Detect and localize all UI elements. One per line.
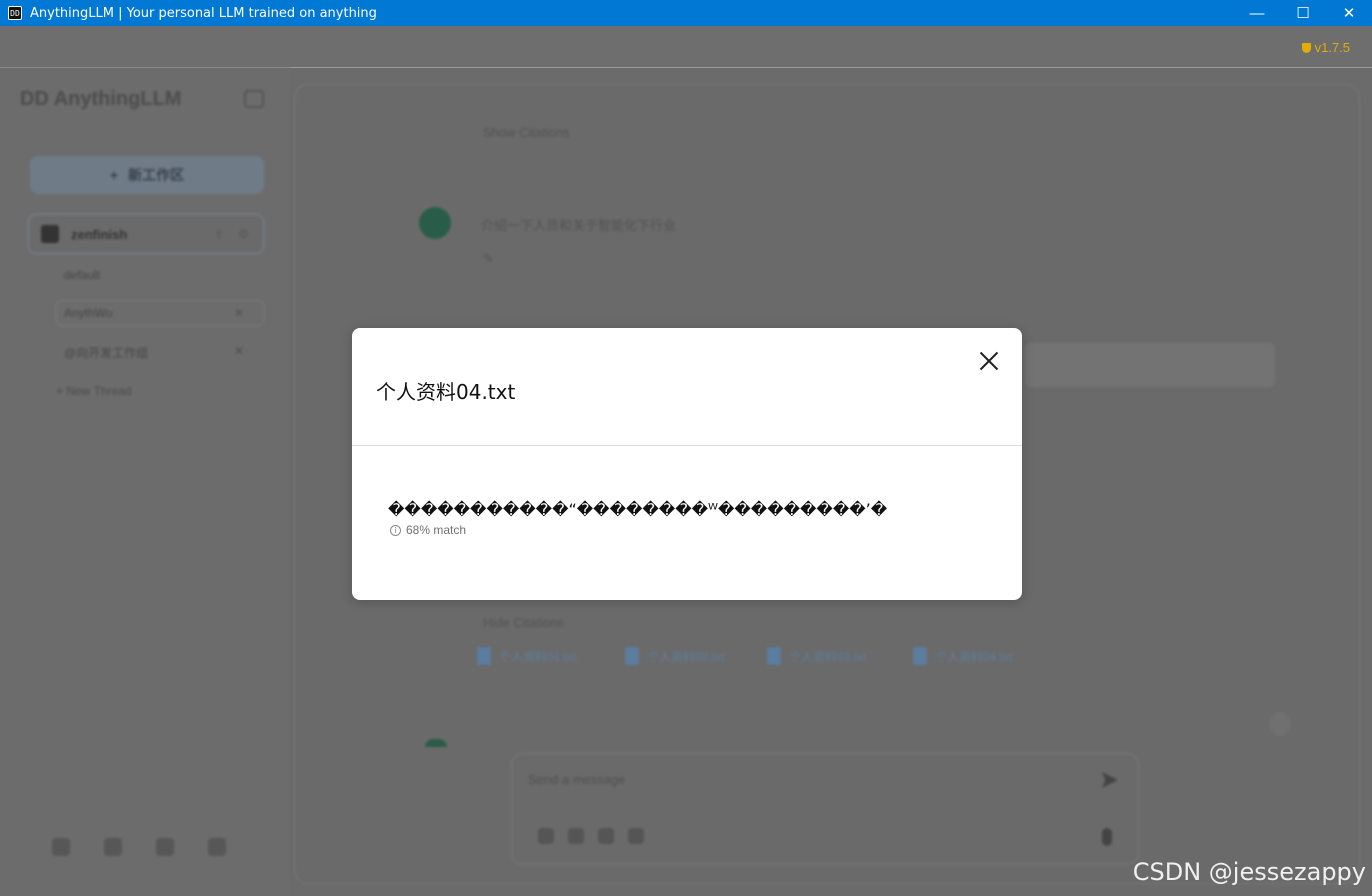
new-workspace-button[interactable]: + 新工作区: [30, 156, 264, 194]
citation-chunk-text: �����������“��������ᵂ���������’�: [388, 500, 888, 519]
file-icon: [477, 647, 491, 665]
sidebar-collapse-icon[interactable]: [244, 90, 264, 108]
match-score: i 68% match: [390, 523, 466, 537]
send-icon[interactable]: [1102, 772, 1118, 788]
app-logo-icon: DD: [8, 6, 22, 20]
citation-item[interactable]: 个人资料01.txt: [477, 647, 576, 665]
composer-tools: [538, 828, 644, 844]
new-thread-label: New Thread: [66, 384, 132, 398]
thread-item[interactable]: default: [64, 268, 100, 282]
citation-label: 个人资料03.txt: [789, 649, 867, 664]
info-icon: i: [390, 524, 401, 536]
assistant-reply-snippet: [1025, 343, 1275, 387]
user-message: 介绍一下人员和关于智能化下行业: [481, 218, 677, 233]
file-icon: [625, 647, 639, 665]
user-avatar: [419, 207, 451, 239]
citation-item[interactable]: 个人资料04.txt: [913, 647, 1012, 665]
modal-title: 个人资料04.txt: [376, 380, 516, 404]
citation-label: 个人资料04.txt: [935, 649, 1013, 664]
settings-icon[interactable]: [208, 838, 226, 856]
file-icon: [913, 647, 927, 665]
sidebar: DD AnythingLLM + 新工作区 zenfinish ⇪ ⚙ defa…: [0, 68, 290, 896]
app-header: v1.7.5: [0, 26, 1372, 68]
brand-logo: DD AnythingLLM: [20, 88, 182, 110]
scroll-down-button[interactable]: [1269, 713, 1291, 735]
new-workspace-label: 新工作区: [128, 167, 185, 183]
workspace-actions: ⇪ ⚙: [214, 227, 249, 241]
assistant-avatar: [425, 739, 447, 747]
hide-citations-toggle[interactable]: Hide Citations: [483, 615, 564, 630]
file-icon: [767, 647, 781, 665]
thread-label: AnythWo: [64, 306, 113, 320]
slash-command-icon[interactable]: [568, 828, 584, 844]
version-label: v1.7.5: [1314, 40, 1350, 55]
thread-label: @向开发工作组: [64, 346, 149, 360]
analytics-icon[interactable]: [52, 838, 70, 856]
window-title: AnythingLLM | Your personal LLM trained …: [30, 5, 377, 21]
close-icon[interactable]: [978, 350, 1000, 372]
citation-label: 个人资料01.txt: [499, 649, 577, 664]
window-titlebar: DD AnythingLLM | Your personal LLM train…: [0, 0, 1372, 26]
community-icon[interactable]: [156, 838, 174, 856]
window-controls: — ☐ ✕: [1234, 0, 1372, 26]
sidebar-footer: [52, 838, 226, 856]
thread-item[interactable]: AnythWo ✕: [64, 306, 244, 320]
new-thread-button[interactable]: + New Thread: [56, 384, 132, 398]
citation-item[interactable]: 个人资料03.txt: [767, 647, 866, 665]
modal-header: 个人资料04.txt: [352, 328, 1022, 446]
agent-icon[interactable]: [598, 828, 614, 844]
shield-icon: [1301, 42, 1311, 53]
match-label: 68% match: [406, 523, 467, 537]
thread-delete-icon[interactable]: ✕: [234, 306, 244, 320]
thread-label: default: [64, 268, 101, 282]
close-window-button[interactable]: ✕: [1326, 0, 1372, 26]
maximize-button[interactable]: ☐: [1280, 0, 1326, 26]
plus-icon: +: [109, 167, 119, 183]
thread-delete-icon[interactable]: ✕: [234, 344, 244, 358]
citation-item[interactable]: 个人资料02.txt: [625, 647, 724, 665]
minimize-button[interactable]: —: [1234, 0, 1280, 26]
plus-icon: +: [56, 384, 67, 398]
upload-icon[interactable]: ⇪: [214, 227, 224, 241]
version-badge[interactable]: v1.7.5: [1301, 40, 1350, 55]
attach-icon[interactable]: [538, 828, 554, 844]
chat-icon[interactable]: [104, 838, 122, 856]
workspace-icon: [41, 225, 59, 243]
gear-icon[interactable]: ⚙: [238, 227, 249, 241]
microphone-icon[interactable]: [1102, 828, 1112, 846]
text-size-icon[interactable]: [628, 828, 644, 844]
citation-modal: 个人资料04.txt �����������“��������ᵂ��������…: [352, 328, 1022, 600]
watermark: CSDN @jessezappy: [1132, 858, 1366, 886]
sidebar-item-workspace[interactable]: zenfinish ⇪ ⚙: [28, 214, 264, 254]
thread-item[interactable]: @向开发工作组 ✕: [64, 344, 244, 361]
edit-message-icon[interactable]: ✎: [483, 251, 494, 267]
workspace-name: zenfinish: [71, 226, 128, 242]
message-input[interactable]: Send a message: [528, 772, 626, 787]
show-citations-toggle[interactable]: Show Citations: [483, 125, 570, 140]
citation-label: 个人资料02.txt: [647, 649, 725, 664]
message-composer[interactable]: Send a message: [511, 753, 1139, 865]
